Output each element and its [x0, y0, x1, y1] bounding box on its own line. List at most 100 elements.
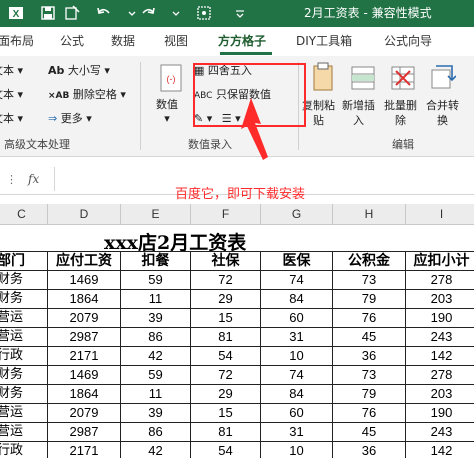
table-cell[interactable]: 2987	[48, 423, 121, 442]
new-insert-button[interactable]: 新增插 入	[342, 98, 375, 128]
table-cell[interactable]: 39	[121, 309, 191, 328]
table-cell[interactable]: 243	[406, 328, 474, 347]
table-cell[interactable]: 81	[191, 423, 261, 442]
table-cell[interactable]: 42	[121, 347, 191, 366]
value-button[interactable]: 数值 ▾	[156, 98, 178, 126]
chevron-down-icon[interactable]	[168, 5, 184, 21]
ribbon-text-item-2[interactable]: 文本 ▾	[0, 88, 23, 102]
table-cell[interactable]: 11	[121, 385, 191, 404]
table-cell[interactable]: 营运	[0, 404, 48, 423]
table-cell[interactable]: 278	[406, 366, 474, 385]
table-cell[interactable]: 2079	[48, 309, 121, 328]
tab-page-layout[interactable]: 页面布局	[0, 33, 34, 49]
table-cell[interactable]: 74	[261, 366, 333, 385]
table-cell[interactable]: 86	[121, 423, 191, 442]
table-cell[interactable]: 1469	[48, 271, 121, 290]
table-cell[interactable]: 部门	[0, 252, 48, 271]
table-cell[interactable]: 1469	[48, 366, 121, 385]
save-icon[interactable]	[40, 5, 56, 21]
table-cell[interactable]: 行政	[0, 347, 48, 366]
table-cell[interactable]: 扣餐	[121, 252, 191, 271]
table-cell[interactable]: 74	[261, 271, 333, 290]
column-header[interactable]: D	[48, 204, 121, 225]
ribbon-text-item-3[interactable]: 文本 ▾	[0, 112, 23, 126]
table-cell[interactable]: 73	[333, 271, 406, 290]
column-header[interactable]: E	[121, 204, 191, 225]
table-cell[interactable]: 76	[333, 404, 406, 423]
column-header[interactable]: F	[191, 204, 261, 225]
column-header[interactable]: C	[0, 204, 48, 225]
table-cell[interactable]: 29	[191, 385, 261, 404]
table-cell[interactable]: 60	[261, 404, 333, 423]
table-cell[interactable]: 15	[191, 309, 261, 328]
table-cell[interactable]: 39	[121, 404, 191, 423]
table-cell[interactable]: 1864	[48, 290, 121, 309]
table-cell[interactable]: 45	[333, 423, 406, 442]
table-cell[interactable]: 45	[333, 328, 406, 347]
table-cell[interactable]: 1864	[48, 385, 121, 404]
table-cell[interactable]: 10	[261, 442, 333, 458]
excel-logo-icon[interactable]: X	[8, 5, 24, 21]
table-cell[interactable]: 42	[121, 442, 191, 458]
column-header[interactable]: G	[261, 204, 333, 225]
table-cell[interactable]: 财务	[0, 271, 48, 290]
table-cell[interactable]: 72	[191, 366, 261, 385]
table-cell[interactable]: 79	[333, 290, 406, 309]
table-cell[interactable]: 60	[261, 309, 333, 328]
table-cell[interactable]: 278	[406, 271, 474, 290]
more-button[interactable]: ⇒ 更多 ▾	[48, 112, 92, 126]
fx-icon[interactable]: fx	[28, 172, 39, 186]
tab-diy-toolbox[interactable]: DIY工具箱	[296, 33, 352, 49]
batch-delete-icon[interactable]	[390, 62, 416, 98]
table-cell[interactable]: 公积金	[333, 252, 406, 271]
table-cell[interactable]: 243	[406, 423, 474, 442]
merge-convert-button[interactable]: 合并转 换	[426, 98, 459, 128]
table-cell[interactable]: 72	[191, 271, 261, 290]
column-header[interactable]: I	[406, 204, 474, 225]
save-as-icon[interactable]	[64, 5, 80, 21]
tab-formulas[interactable]: 公式	[60, 33, 84, 49]
table-cell[interactable]: 190	[406, 404, 474, 423]
table-cell[interactable]: 203	[406, 385, 474, 404]
table-cell[interactable]: 203	[406, 290, 474, 309]
table-cell[interactable]: 31	[261, 328, 333, 347]
table-cell[interactable]: 11	[121, 290, 191, 309]
table-cell[interactable]: 190	[406, 309, 474, 328]
table-cell[interactable]: 2079	[48, 404, 121, 423]
tab-view[interactable]: 视图	[164, 33, 188, 49]
merge-convert-icon[interactable]	[430, 62, 457, 98]
table-cell[interactable]: 81	[191, 328, 261, 347]
copy-paste-button[interactable]: 复制粘 贴	[302, 98, 335, 128]
table-cell[interactable]: 营运	[0, 309, 48, 328]
table-cell[interactable]: 医保	[261, 252, 333, 271]
chevron-down-icon[interactable]	[124, 5, 140, 21]
table-cell[interactable]: 54	[191, 442, 261, 458]
print-preview-icon[interactable]	[196, 5, 212, 21]
copy-paste-icon[interactable]	[311, 62, 335, 98]
table-cell[interactable]: 54	[191, 347, 261, 366]
ribbon-text-item-1[interactable]: 文本 ▾	[0, 64, 23, 78]
table-cell[interactable]: 36	[333, 442, 406, 458]
table-cell[interactable]: 15	[191, 404, 261, 423]
table-cell[interactable]: 86	[121, 328, 191, 347]
column-header[interactable]: H	[333, 204, 406, 225]
customize-icon[interactable]	[232, 5, 248, 21]
table-cell[interactable]: 财务	[0, 290, 48, 309]
table-cell[interactable]: 10	[261, 347, 333, 366]
table-cell[interactable]: 2171	[48, 442, 121, 458]
batch-delete-button[interactable]: 批量删 除	[384, 98, 417, 128]
table-cell[interactable]: 142	[406, 442, 474, 458]
table-cell[interactable]: 财务	[0, 385, 48, 404]
table-cell[interactable]: 社保	[191, 252, 261, 271]
tab-formula-wizard[interactable]: 公式向导	[384, 33, 432, 49]
redo-icon[interactable]	[140, 5, 156, 21]
table-cell[interactable]: 84	[261, 385, 333, 404]
tab-fangfangezi[interactable]: 方方格子	[218, 33, 266, 49]
table-cell[interactable]: 2171	[48, 347, 121, 366]
table-cell[interactable]: 79	[333, 385, 406, 404]
table-cell[interactable]: 142	[406, 347, 474, 366]
table-cell[interactable]: 59	[121, 271, 191, 290]
table-cell[interactable]: 应付工资	[48, 252, 121, 271]
table-cell[interactable]: 2987	[48, 328, 121, 347]
table-cell[interactable]: 36	[333, 347, 406, 366]
